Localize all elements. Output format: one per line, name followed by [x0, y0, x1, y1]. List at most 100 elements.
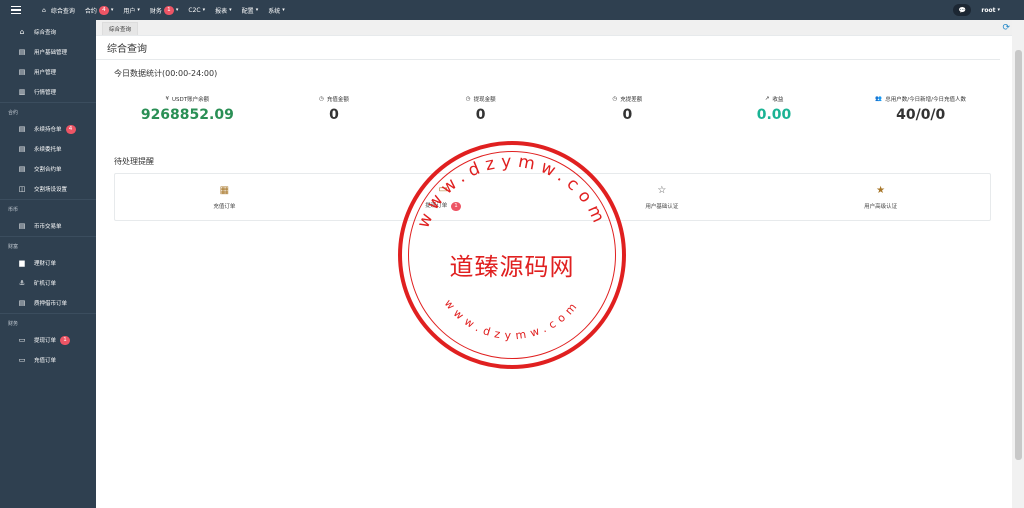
- nav-user[interactable]: 用户 ▾: [123, 6, 140, 15]
- sidebar-item-pledge-order[interactable]: ▤ 质押借币订单: [0, 293, 96, 313]
- stat-deposit: ◷ 充值金额 0: [261, 95, 408, 135]
- sidebar-item-perpetual-position[interactable]: ▤ 永续持仓单 4: [0, 119, 96, 139]
- nav-label: 财务: [149, 7, 162, 15]
- stat-difference: ◷ 充提差额 0: [554, 95, 701, 135]
- sidebar-item-label: 理财订单: [34, 261, 57, 267]
- sidebar-item-perpetual-order[interactable]: ▤ 永续委托单: [0, 139, 96, 159]
- anchor-icon: ⚓: [18, 279, 26, 287]
- tab-dashboard[interactable]: 综合查询: [102, 22, 139, 35]
- sidebar-item-user-manage[interactable]: ▤ 用户管理: [0, 62, 96, 82]
- stat-value: 0.00: [756, 107, 792, 123]
- caret-down-icon: ▾: [137, 7, 140, 13]
- file-icon: ▤: [18, 125, 26, 133]
- caret-down-icon: ▾: [997, 7, 1000, 13]
- pending-badge: 1: [451, 201, 461, 211]
- yen-icon: ¥: [165, 96, 170, 102]
- pending-deposit-order[interactable]: ▦ 充值订单: [115, 174, 334, 220]
- stat-label: 收益: [772, 97, 784, 103]
- pending-title: 待处理提醒: [114, 157, 154, 166]
- pending-advanced-auth[interactable]: ★ 用户高级认证: [771, 174, 990, 220]
- top-right: 💬 root ▾: [953, 0, 1000, 20]
- nav-report[interactable]: 报表 ▾: [215, 6, 232, 15]
- nav-label: 用户: [123, 7, 136, 15]
- sidebar-item-label: 永续委托单: [34, 147, 62, 153]
- file-icon: ▤: [18, 299, 26, 307]
- file-icon: ▤: [18, 222, 26, 230]
- sidebar-item-miner-order[interactable]: ⚓ 矿机订单: [0, 273, 96, 293]
- stat-value: 0: [622, 107, 633, 123]
- caret-down-icon: ▾: [202, 7, 206, 13]
- clock-icon: ◷: [319, 96, 324, 102]
- sidebar-badge: 1: [60, 335, 71, 345]
- sidebar-item-label: 质押借币订单: [34, 301, 68, 307]
- top-nav: ⌂ 综合查询 合约 4 ▾ 用户 ▾ 财务 1 ▾ C2C ▾ 报表 ▾ 配置 …: [42, 5, 295, 15]
- sidebar-item-spot-order[interactable]: ▤ 币币交易单: [0, 216, 96, 236]
- sidebar-item-withdraw-order[interactable]: ▭ 提现订单 1: [0, 330, 96, 350]
- sidebar-item-deposit-order[interactable]: ▭ 充值订单: [0, 350, 96, 370]
- stat-label: USDT账户余额: [172, 97, 210, 103]
- sidebar-item-wealth-order[interactable]: ▆ 理财订单: [0, 253, 96, 273]
- sidebar-item-label: 综合查询: [34, 30, 57, 36]
- user-menu[interactable]: root ▾: [981, 7, 1000, 14]
- scrollbar[interactable]: [1012, 20, 1024, 508]
- stat-value: 0: [475, 107, 486, 123]
- nav-contract[interactable]: 合约 4 ▾: [84, 5, 113, 15]
- pending-label: 用户基础认证: [645, 203, 679, 210]
- sidebar-item-market[interactable]: ▥ 行情管理: [0, 82, 96, 102]
- stat-value: 40/0/0: [896, 107, 946, 123]
- caret-down-icon: ▾: [255, 7, 259, 13]
- sidebar-section: 币币: [0, 199, 96, 216]
- sidebar: ⌂ 综合查询 ▤ 用户基础管理 ▤ 用户管理 ▥ 行情管理 合约 ▤ 永续持仓单…: [0, 20, 96, 508]
- stat-income: ↗ 收益 0.00: [701, 95, 848, 135]
- sidebar-item-label: 币币交易单: [34, 224, 62, 230]
- menu-toggle-icon[interactable]: [0, 0, 32, 20]
- caret-down-icon: ▾: [175, 7, 179, 13]
- sidebar-item-delivery-order[interactable]: ▤ 交割合约单: [0, 159, 96, 179]
- sidebar-section: 财富: [0, 236, 96, 253]
- nav-system[interactable]: 系统 ▾: [268, 6, 285, 15]
- card-icon: ▭: [18, 336, 26, 344]
- nav-dashboard[interactable]: ⌂ 综合查询: [42, 6, 75, 15]
- nav-label: 合约: [84, 7, 97, 15]
- home-icon: ⌂: [42, 6, 46, 14]
- file-icon: ▤: [18, 145, 26, 153]
- pending-panel: ▦ 充值订单 ▭ 提现订单 1 ☆ 用户基础认证 ★ 用户高级认证: [114, 173, 991, 221]
- nav-c2c[interactable]: C2C ▾: [188, 7, 205, 14]
- file-icon: ▤: [18, 68, 26, 76]
- nav-finance[interactable]: 财务 1 ▾: [149, 5, 179, 15]
- chat-icon[interactable]: 💬: [953, 4, 972, 16]
- sidebar-item-dashboard[interactable]: ⌂ 综合查询: [0, 22, 96, 42]
- nav-label: C2C: [188, 6, 201, 14]
- trend-up-icon: ↗: [764, 96, 770, 102]
- page-title: 综合查询: [96, 36, 1000, 60]
- sidebar-item-user-basic[interactable]: ▤ 用户基础管理: [0, 42, 96, 62]
- folder-icon: ▆: [19, 259, 25, 267]
- sidebar-item-label: 提现订单: [34, 338, 57, 344]
- sidebar-item-delivery-settings[interactable]: ◫ 交割场设设置: [0, 179, 96, 199]
- sidebar-item-label: 用户基础管理: [34, 50, 68, 56]
- nav-config[interactable]: 配置 ▾: [242, 6, 259, 15]
- file-icon: ▤: [18, 48, 26, 56]
- qr-icon: ▦: [219, 184, 230, 196]
- scrollbar-thumb[interactable]: [1015, 50, 1022, 460]
- star-icon: ★: [876, 184, 886, 196]
- stat-usdt-balance: ¥ USDT账户余额 9268852.09: [114, 95, 261, 135]
- stat-value: 0: [329, 107, 339, 123]
- clock-icon: ◷: [612, 96, 618, 102]
- stat-label: 充值金额: [326, 97, 349, 103]
- card-icon: ▭: [18, 356, 26, 364]
- bar-chart-icon: ▥: [18, 88, 26, 96]
- stat-label: 总用户数/今日新增/今日充值人数: [885, 97, 966, 103]
- pending-label: 充值订单: [213, 203, 236, 210]
- home-icon: ⌂: [19, 28, 25, 36]
- stat-withdraw: ◷ 提现金额 0: [407, 95, 554, 135]
- sidebar-item-label: 永续持仓单: [34, 127, 62, 133]
- nav-label: 综合查询: [50, 7, 75, 15]
- users-icon: 👥: [875, 96, 883, 102]
- pending-basic-auth[interactable]: ☆ 用户基础认证: [553, 174, 772, 220]
- caret-down-icon: ▾: [282, 7, 285, 13]
- pending-withdraw-order[interactable]: ▭ 提现订单 1: [334, 174, 553, 220]
- star-outline-icon: ☆: [657, 184, 667, 196]
- refresh-icon[interactable]: ⟳: [1002, 23, 1010, 33]
- tab-bar: 综合查询: [96, 20, 1012, 36]
